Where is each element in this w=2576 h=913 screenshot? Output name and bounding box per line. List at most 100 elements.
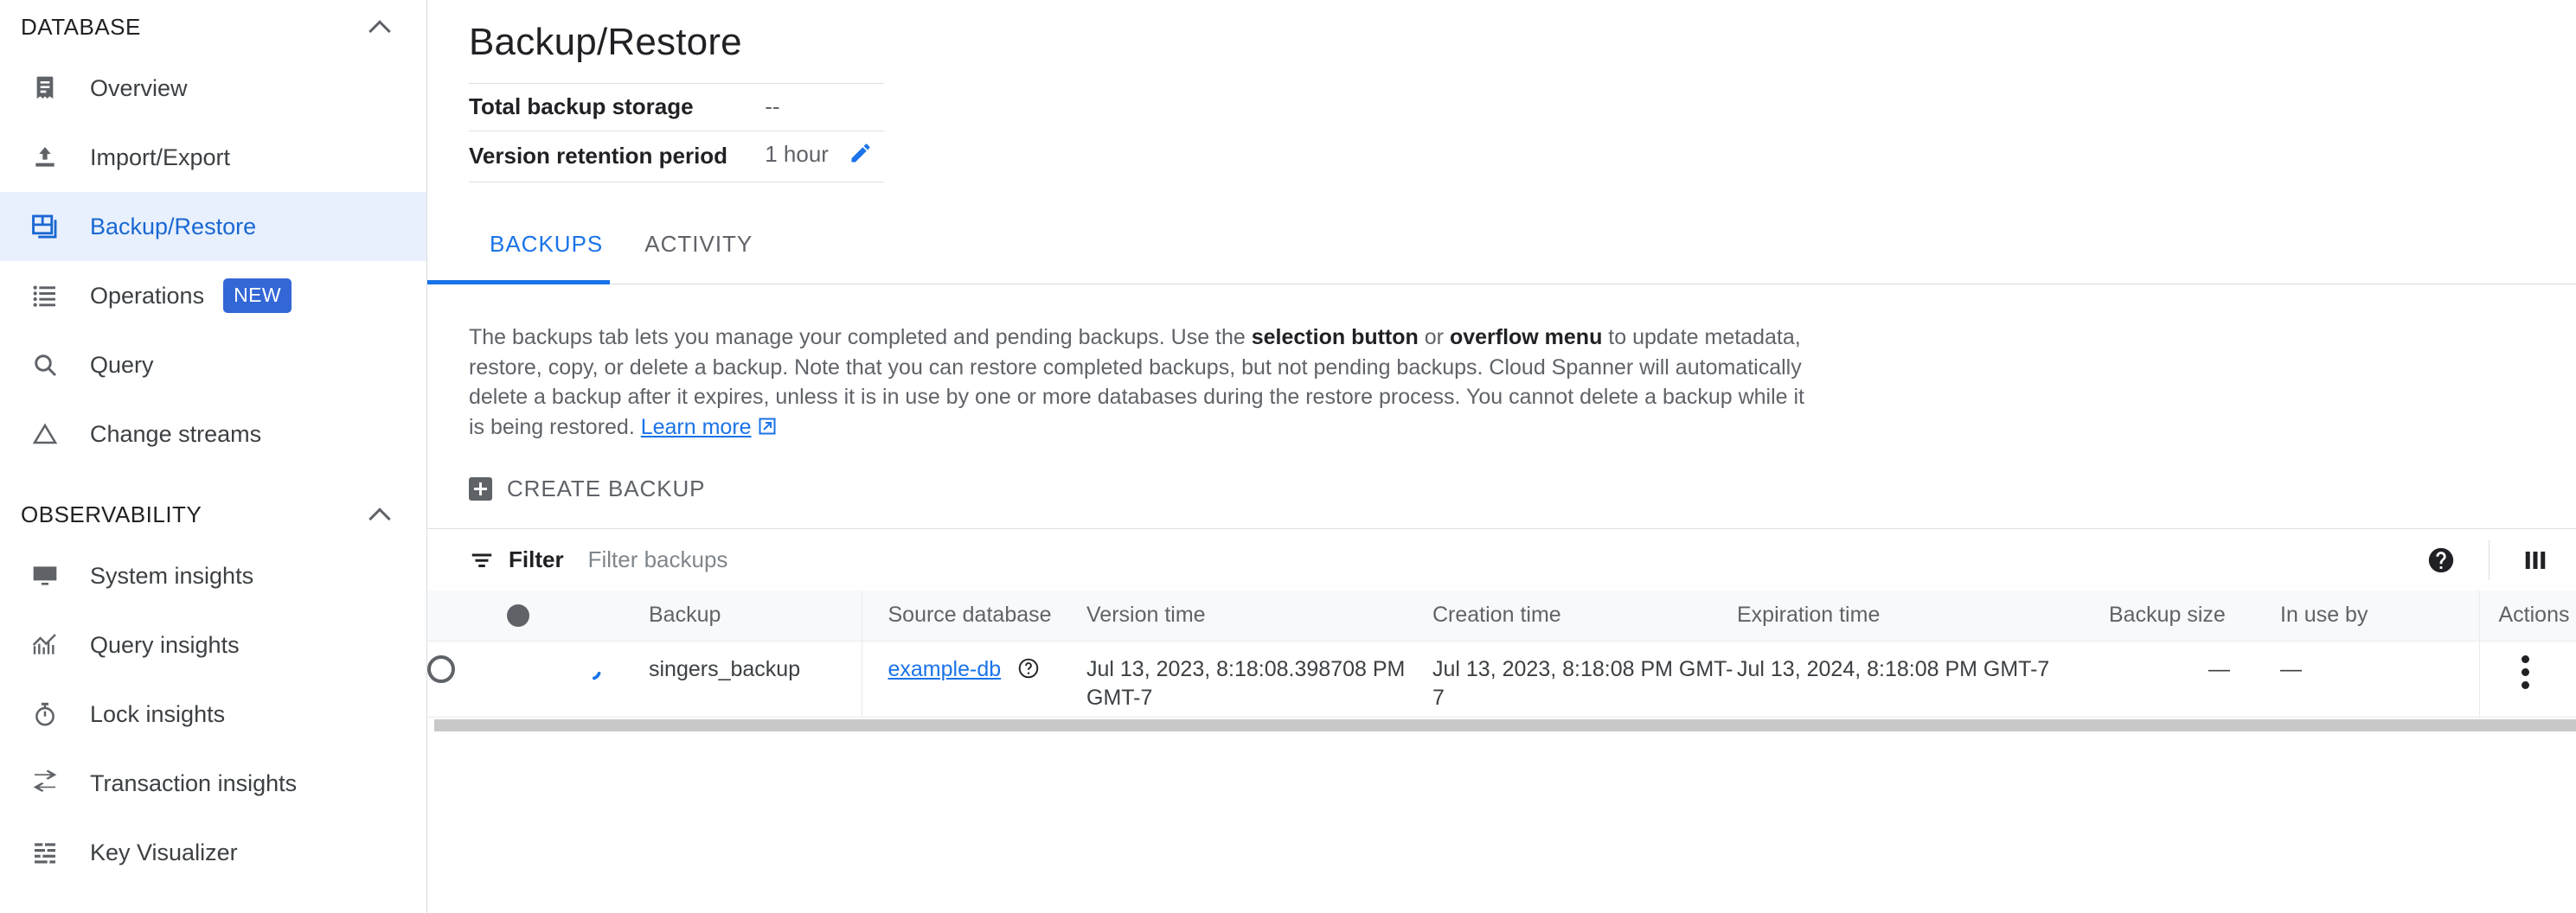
cell-backup-name: singers_backup [649,641,862,718]
scrollbar-thumb[interactable] [434,718,2576,731]
summary-label: Total backup storage [469,93,694,119]
create-backup-label: CREATE BACKUP [507,476,706,501]
th-backup-size[interactable]: Backup size [2109,591,2280,642]
th-creation-time[interactable]: Creation time [1432,591,1737,642]
main-content: Backup/Restore Total backup storage -- V… [427,0,2576,913]
tabs-bar: BACKUPS ACTIVITY [427,227,2576,284]
learn-more-link[interactable]: Learn more [641,415,752,439]
external-link-icon[interactable] [757,415,778,445]
sidebar-item-label: Operations [90,282,205,309]
filter-input[interactable] [587,546,1038,573]
tab-active-indicator [427,280,610,284]
page-title: Backup/Restore [469,21,742,63]
th-progress [578,591,649,642]
summary-row-total-backup-storage: Total backup storage -- [469,83,884,131]
cell-select[interactable] [427,641,507,718]
tab-activity[interactable]: ACTIVITY [624,227,773,258]
table-header-row: Backup Source database Version time Crea… [427,591,2576,642]
plus-box-icon [469,477,492,501]
description-part-1: The backups tab lets you manage your com… [469,325,1252,349]
cell-backup-size: — [2109,641,2280,718]
sidebar-item-overview[interactable]: Overview [0,54,426,123]
sidebar-item-key-visualizer[interactable]: Key Visualizer [0,818,426,887]
sidebar-group-observability-header[interactable]: OBSERVABILITY [0,488,426,541]
help-circle-icon[interactable] [2426,546,2456,575]
cell-actions[interactable] [2478,641,2576,718]
sidebar-item-backup-restore[interactable]: Backup/Restore [0,192,426,261]
create-backup-button[interactable]: CREATE BACKUP [469,476,705,528]
list-icon [26,277,64,315]
source-database-link[interactable]: example-db [888,657,1002,681]
column-settings-icon[interactable] [2522,547,2548,573]
horizontal-scrollbar[interactable] [427,717,2576,733]
sidebar-item-lock-insights[interactable]: Lock insights [0,680,426,749]
th-source-database[interactable]: Source database [861,591,1086,642]
kebab-menu-icon[interactable] [2522,654,2530,689]
sidebar-item-query[interactable]: Query [0,330,426,399]
chart-up-icon [26,626,64,664]
sidebar-item-label: Backup/Restore [90,213,257,239]
help-circle-outline-icon[interactable] [1017,657,1040,687]
grid-dots-icon [26,833,64,872]
sidebar-item-import-export[interactable]: Import/Export [0,123,426,192]
sidebar: DATABASE Overview Import/Export Backup/R… [0,0,427,913]
radio-unchecked-icon[interactable] [427,654,455,683]
spinner-icon [578,655,649,693]
upload-icon [26,138,64,176]
filter-bar-actions [2426,540,2555,580]
th-select [427,591,507,642]
sidebar-item-system-insights[interactable]: System insights [0,541,426,610]
monitoring-icon [26,557,64,595]
sidebar-group-title: OBSERVABILITY [21,501,202,527]
pencil-icon[interactable] [849,141,873,171]
backup-restore-icon [26,208,64,246]
sidebar-group-database-header[interactable]: DATABASE [0,0,426,54]
sidebar-item-label: Key Visualizer [90,839,238,865]
sidebar-item-operations[interactable]: Operations NEW [0,261,426,330]
chevron-up-icon[interactable] [369,503,392,526]
th-version-time[interactable]: Version time [1086,591,1432,642]
sidebar-item-change-streams[interactable]: Change streams [0,399,426,469]
description-text: The backups tab lets you manage your com… [469,322,1818,444]
filter-icon[interactable] [469,547,495,573]
search-icon [26,346,64,384]
sidebar-item-label: Change streams [90,420,262,447]
sidebar-group-title: DATABASE [21,13,141,40]
filter-label: Filter [509,546,564,572]
th-in-use-by[interactable]: In use by [2280,591,2479,642]
th-backup[interactable]: Backup [649,591,862,642]
swap-arrows-icon [26,764,64,802]
sidebar-item-label: Import/Export [90,144,231,170]
summary-value: -- [765,93,780,119]
sidebar-item-query-insights[interactable]: Query insights [0,610,426,680]
app-root: DATABASE Overview Import/Export Backup/R… [0,0,2576,913]
sidebar-item-label: System insights [90,562,254,589]
sidebar-item-label: Overview [90,74,188,101]
summary-table: Total backup storage -- Version retentio… [469,83,884,182]
sidebar-item-transaction-insights[interactable]: Transaction insights [0,749,426,818]
sidebar-item-label: Lock insights [90,700,226,727]
cell-version-time: Jul 13, 2023, 8:18:08.398708 PM GMT-7 [1086,641,1432,718]
th-status [507,591,578,642]
backups-table: Backup Source database Version time Crea… [427,591,2576,718]
summary-row-version-retention-period: Version retention period 1 hour [469,131,884,182]
cell-expiration-time: Jul 13, 2024, 8:18:08 PM GMT-7 [1737,641,2109,718]
tab-backups[interactable]: BACKUPS [469,227,624,258]
status-badge-new: NEW [223,278,292,313]
th-expiration-time[interactable]: Expiration time [1737,591,2109,642]
description-part-2: or [1418,325,1450,349]
th-actions: Actions [2478,591,2576,642]
cell-progress [578,641,649,718]
sidebar-item-label: Query [90,351,154,378]
table-body: singers_backup example-db Jul 13, 2023, … [427,641,2576,718]
document-icon [26,69,64,107]
summary-value-cell: 1 hour [751,131,884,182]
table-row[interactable]: singers_backup example-db Jul 13, 2023, … [427,641,2576,718]
filter-bar: Filter [427,528,2576,591]
status-dot-icon [507,603,529,627]
summary-value: 1 hour [765,141,829,167]
cell-source-database: example-db [861,641,1086,718]
chevron-up-icon[interactable] [369,16,392,38]
stopwatch-icon [26,695,64,733]
cell-in-use-by: — [2280,641,2479,718]
